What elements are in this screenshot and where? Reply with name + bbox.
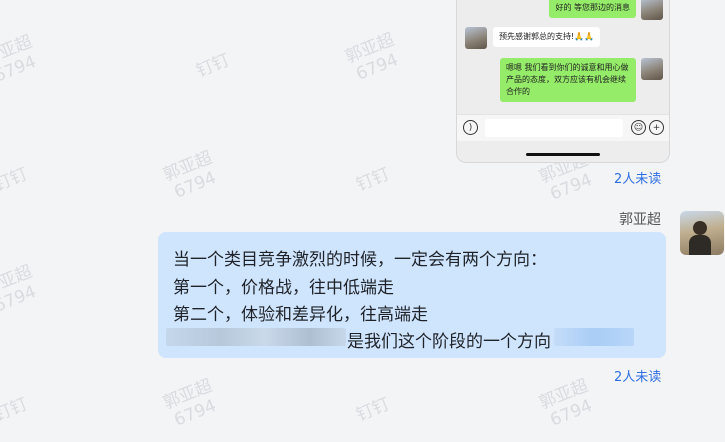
plus-icon: + <box>649 120 664 135</box>
chat-screenshot-image[interactable]: 好的 等您那边的消息 预先感谢郭总的支持!🙏🙏 嗯嗯 我们看到你们的诚意和用心做… <box>456 0 670 163</box>
redacted-text <box>166 328 346 346</box>
watermark: 郭亚超 6794 <box>0 261 40 317</box>
home-indicator <box>526 153 600 156</box>
watermark: 郭亚超 6794 <box>160 375 220 431</box>
message-line: 第一个，价格战，往中低端走 <box>173 278 394 298</box>
message-line: 是我们这个阶段的一个方向 <box>347 332 551 352</box>
voice-icon: ) <box>463 120 478 135</box>
read-status[interactable]: 2人未读 <box>614 168 661 187</box>
watermark: 郭亚超 6794 <box>536 375 596 431</box>
read-status[interactable]: 2人未读 <box>614 366 661 385</box>
phone-input-bar: ) ☺ + <box>457 114 669 141</box>
redacted-text <box>554 328 634 346</box>
phone-message: 好的 等您那边的消息 <box>549 0 636 18</box>
phone-message: 嗯嗯 我们看到你们的诚意和用心做产品的态度，双方应该有机会继续合作的 <box>500 58 636 102</box>
watermark-app: 钉钉 <box>353 394 393 426</box>
watermark-app: 钉钉 <box>0 164 31 196</box>
phone-input-field <box>485 119 623 137</box>
watermark-app: 钉钉 <box>0 394 31 426</box>
watermark: 郭亚超 6794 <box>342 29 402 85</box>
avatar[interactable] <box>680 211 724 255</box>
phone-avatar <box>641 58 663 80</box>
watermark: 郭亚超 6794 <box>160 147 220 203</box>
watermark-app: 钉钉 <box>353 164 393 196</box>
sender-name: 郭亚超 <box>619 212 661 228</box>
message-bubble[interactable]: 当一个类目竞争激烈的时候，一定会有两个方向： 第一个，价格战，往中低端走 第二个… <box>158 232 666 358</box>
watermark-app: 钉钉 <box>193 50 233 82</box>
phone-message: 预先感谢郭总的支持!🙏🙏 <box>493 27 601 47</box>
message-line: 当一个类目竞争激烈的时候，一定会有两个方向： <box>173 250 547 270</box>
watermark: 郭亚超 6794 <box>0 31 40 87</box>
phone-avatar <box>641 0 663 20</box>
emoji-icon: ☺ <box>631 120 646 135</box>
message-line: 第二个，体验和差异化，往高端走 <box>173 305 428 325</box>
phone-avatar <box>465 27 487 49</box>
